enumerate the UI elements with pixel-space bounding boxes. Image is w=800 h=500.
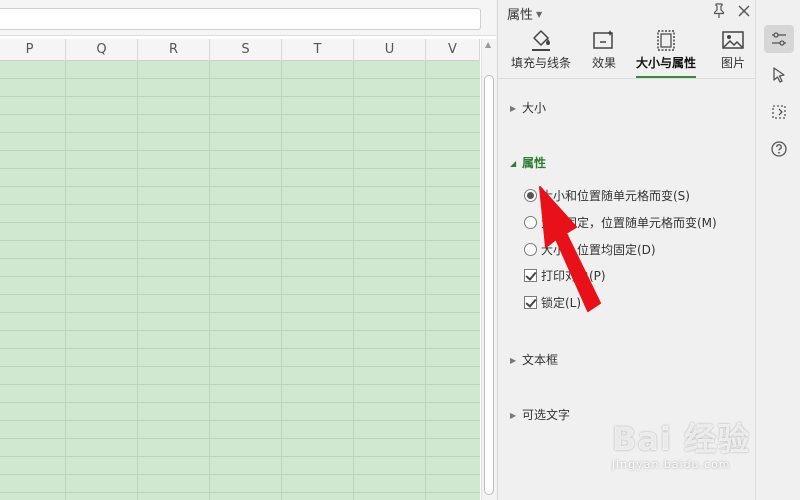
close-icon[interactable] [736, 2, 752, 20]
chevron-down-icon: ◢ [510, 159, 517, 168]
section-textbox[interactable]: ▶ 文本框 [510, 351, 558, 368]
column-header-row: P Q R S T U V [0, 39, 480, 61]
select-button[interactable] [764, 61, 794, 89]
column-header-s[interactable]: S [210, 39, 282, 61]
tabs-divider [498, 78, 756, 79]
annotation-arrow-icon [539, 186, 601, 312]
help-button[interactable] [764, 135, 794, 163]
select-cursor-icon [773, 67, 785, 83]
effects-icon [593, 30, 613, 49]
vertical-scrollbar[interactable]: ▲ [481, 39, 496, 500]
resize-icon [772, 105, 786, 119]
tab-size-label: 大小与属性 [635, 56, 696, 70]
resize-button[interactable] [764, 98, 794, 126]
chevron-right-icon: ▶ [510, 411, 517, 420]
tab-picture-label: 图片 [720, 56, 745, 70]
watermark: Bai 经验 jingyan.baidu.com [612, 414, 792, 486]
section-alt-text-label: 可选文字 [522, 408, 571, 422]
property-sliders-icon [772, 32, 786, 46]
pane-title: 属性 [507, 8, 534, 23]
help-icon [771, 141, 787, 157]
column-header-q[interactable]: Q [66, 39, 138, 61]
size-properties-icon [657, 30, 675, 51]
formula-bar [0, 0, 496, 36]
tab-effects-label: 效果 [591, 56, 616, 70]
scrollbar-thumb[interactable] [484, 75, 494, 495]
spreadsheet-area: P Q R S T U V ▲ [0, 0, 496, 500]
fill-bucket-icon [532, 30, 550, 51]
column-header-v[interactable]: V [426, 39, 480, 61]
chevron-right-icon: ▶ [510, 104, 517, 113]
pin-icon[interactable] [711, 2, 727, 20]
tab-fill-label: 填充与线条 [510, 56, 571, 70]
cell-grid[interactable] [0, 61, 480, 500]
chevron-right-icon: ▶ [510, 356, 517, 365]
column-header-t[interactable]: T [282, 39, 354, 61]
column-header-u[interactable]: U [354, 39, 426, 61]
caret-down-icon: ▼ [536, 10, 543, 19]
scroll-up-icon[interactable]: ▲ [485, 41, 494, 49]
watermark-url: jingyan.baidu.com [612, 458, 731, 471]
tab-size-and-properties[interactable]: 大小与属性 [634, 24, 698, 76]
pane-title-dropdown[interactable]: 属性 ▼ [507, 4, 542, 23]
section-alt-text[interactable]: ▶ 可选文字 [510, 406, 570, 423]
formula-input[interactable] [0, 8, 481, 30]
section-properties[interactable]: ◢ 属性 [510, 154, 546, 171]
tab-picture[interactable]: 图片 [713, 24, 753, 76]
picture-icon [722, 31, 744, 49]
watermark-logo: Bai 经验 [612, 420, 751, 458]
column-header-r[interactable]: R [138, 39, 210, 61]
tab-effects[interactable]: 效果 [584, 24, 624, 76]
section-size-label: 大小 [522, 101, 547, 115]
section-size[interactable]: ▶ 大小 [510, 99, 546, 116]
column-header-p[interactable]: P [0, 39, 66, 61]
tab-fill-and-line[interactable]: 填充与线条 [504, 24, 578, 76]
property-pane-button[interactable] [764, 25, 794, 53]
section-properties-label: 属性 [522, 156, 547, 170]
section-textbox-label: 文本框 [522, 353, 559, 367]
